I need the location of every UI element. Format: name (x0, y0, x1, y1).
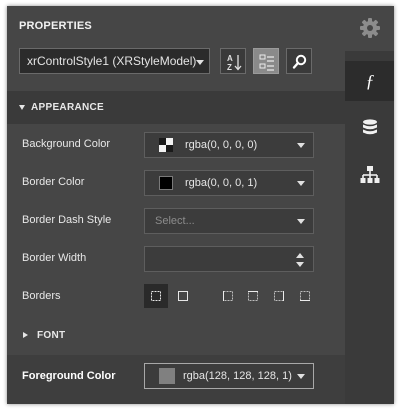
expressions-tab[interactable]: ƒ (345, 61, 394, 101)
categorized-list-icon (259, 54, 274, 71)
hierarchy-icon (360, 166, 379, 183)
style-selector[interactable]: xrControlStyle1 (XRStyleModel) (19, 48, 210, 74)
border-bottom-button[interactable] (293, 284, 317, 308)
database-icon (362, 119, 377, 135)
svg-text:A: A (227, 54, 233, 63)
background-color-value: rgba(0, 0, 0, 0) (185, 139, 258, 151)
sort-alphabetical-button[interactable]: A Z (220, 48, 246, 74)
background-color-label: Background Color (22, 138, 111, 150)
spin-up-icon[interactable] (296, 253, 304, 258)
border-top-icon (248, 291, 258, 301)
function-icon: ƒ (365, 71, 374, 91)
border-outline-icon (178, 291, 188, 301)
background-color-editor[interactable]: rgba(0, 0, 0, 0) (144, 132, 314, 158)
gear-icon[interactable] (358, 16, 382, 40)
chevron-down-icon (196, 60, 204, 65)
transparent-swatch-icon (159, 138, 173, 152)
chevron-down-icon (297, 181, 305, 186)
font-section-label: FONT (37, 330, 66, 341)
border-left-icon (223, 291, 233, 301)
categorized-button[interactable] (253, 48, 279, 74)
svg-text:Z: Z (227, 63, 232, 72)
font-section-header[interactable]: FONT (7, 324, 345, 348)
gray-swatch-icon (159, 368, 175, 384)
border-right-button[interactable] (267, 284, 291, 308)
search-button[interactable] (286, 48, 312, 74)
chevron-down-icon (297, 143, 305, 148)
chevron-down-icon (297, 374, 305, 379)
collapsed-arrow-icon (23, 332, 28, 338)
border-right-icon (274, 291, 284, 301)
appearance-section-label: APPEARANCE (31, 102, 105, 113)
expanded-arrow-icon (19, 105, 25, 110)
appearance-section-header[interactable]: APPEARANCE (7, 91, 345, 124)
border-color-editor[interactable]: rgba(0, 0, 0, 1) (144, 170, 314, 196)
border-dash-style-label: Border Dash Style (22, 214, 112, 226)
foreground-color-value: rgba(128, 128, 128, 1) (183, 370, 292, 382)
border-width-label: Border Width (22, 252, 87, 264)
settings-area (345, 6, 394, 51)
style-selector-value: xrControlStyle1 (XRStyleModel) (27, 54, 197, 68)
border-top-button[interactable] (241, 284, 265, 308)
black-swatch-icon (159, 176, 173, 190)
border-all-icon (151, 291, 161, 301)
border-all-button[interactable] (144, 284, 168, 308)
border-outline-button[interactable] (171, 284, 195, 308)
chevron-down-icon (297, 219, 305, 224)
border-dash-style-select[interactable]: Select... (144, 208, 314, 234)
properties-panel: PROPERTIES xrControlStyle1 (XRStyleModel… (7, 6, 394, 404)
border-dash-style-placeholder: Select... (155, 215, 195, 227)
side-tab-rail: ƒ (345, 6, 394, 404)
border-color-label: Border Color (22, 176, 85, 188)
panel-title: PROPERTIES (19, 20, 92, 32)
borders-label: Borders (22, 290, 61, 302)
foreground-color-row: Foreground Color rgba(128, 128, 128, 1) (7, 355, 345, 404)
properties-main: PROPERTIES xrControlStyle1 (XRStyleModel… (7, 6, 345, 404)
border-bottom-icon (300, 291, 310, 301)
border-width-spinner[interactable] (144, 246, 314, 272)
border-left-button[interactable] (216, 284, 240, 308)
foreground-color-label: Foreground Color (22, 370, 116, 382)
report-explorer-tab[interactable] (345, 155, 394, 195)
spin-down-icon[interactable] (296, 262, 304, 267)
field-list-tab[interactable] (345, 108, 394, 148)
sort-alphabetical-icon: A Z (227, 54, 242, 72)
border-color-value: rgba(0, 0, 0, 1) (185, 177, 258, 189)
svg-text:ƒ: ƒ (365, 71, 374, 91)
search-icon (292, 54, 307, 69)
foreground-color-editor[interactable]: rgba(128, 128, 128, 1) (144, 363, 314, 389)
